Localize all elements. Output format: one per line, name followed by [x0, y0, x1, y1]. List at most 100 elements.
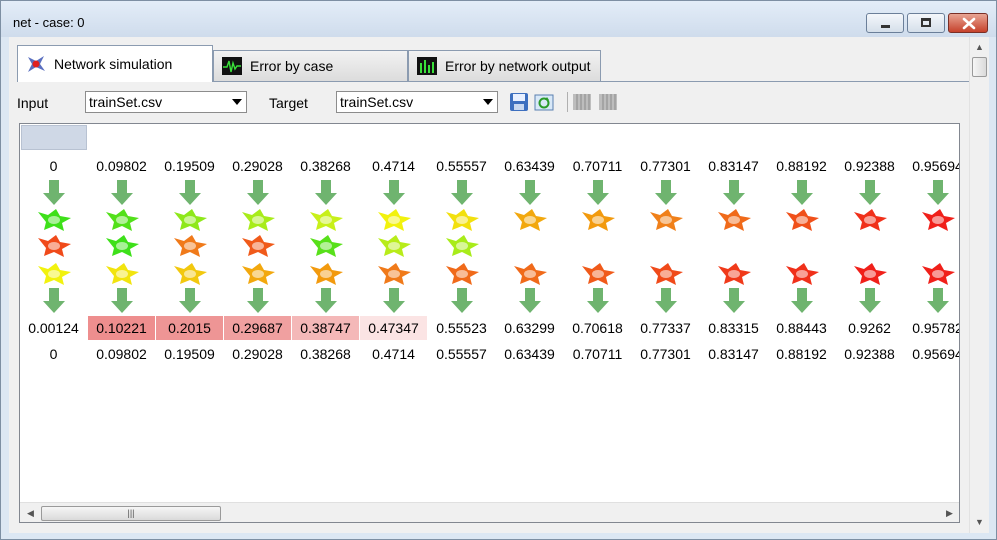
- output-value: 0.9262: [836, 316, 903, 340]
- grid-icon[interactable]: [572, 92, 592, 112]
- neuron-icon[interactable]: [104, 208, 140, 232]
- neuron-icon[interactable]: [376, 208, 412, 232]
- neuron-icon[interactable]: [784, 262, 820, 286]
- neuron-icon[interactable]: [104, 234, 140, 258]
- scroll-up-icon[interactable]: ▲: [975, 42, 984, 52]
- vertical-scroll-thumb[interactable]: [972, 57, 987, 77]
- neuron-icon[interactable]: [308, 208, 344, 232]
- input-select[interactable]: trainSet.csv: [85, 91, 247, 113]
- input-value: 0.70711: [572, 158, 623, 174]
- flow-arrow-icon: [451, 180, 473, 205]
- bars-icon: [417, 57, 437, 75]
- neuron-icon[interactable]: [376, 262, 412, 286]
- flow-arrow-icon: [315, 180, 337, 205]
- neuron-icon[interactable]: [172, 208, 208, 232]
- neuron-icon[interactable]: [580, 262, 616, 286]
- close-button[interactable]: [948, 13, 988, 33]
- restore-icon: [921, 18, 931, 27]
- input-value: 0.88192: [776, 158, 827, 174]
- neuron-icon[interactable]: [512, 262, 548, 286]
- toolbar: Input trainSet.csv Target trainSet.csv: [9, 82, 969, 120]
- window-title: net - case: 0: [13, 15, 85, 30]
- neuron-icon[interactable]: [852, 262, 888, 286]
- target-value: 0.92388: [844, 346, 895, 362]
- output-value: 0.47347: [360, 316, 427, 340]
- flow-arrow-icon: [587, 288, 609, 313]
- input-value: 0.92388: [844, 158, 895, 174]
- neuron-icon[interactable]: [716, 262, 752, 286]
- input-value: 0.19509: [164, 158, 215, 174]
- neuron-icon[interactable]: [308, 262, 344, 286]
- neuron-icon[interactable]: [36, 262, 72, 286]
- neuron-icon[interactable]: [36, 208, 72, 232]
- neuron-icon[interactable]: [172, 262, 208, 286]
- horizontal-scroll-thumb[interactable]: |||: [41, 506, 221, 521]
- neuron-icon[interactable]: [172, 234, 208, 258]
- chevron-down-icon: [483, 99, 493, 105]
- output-value: 0.29687: [224, 316, 291, 340]
- input-value: 0: [49, 158, 58, 174]
- save-icon[interactable]: [509, 92, 529, 112]
- scroll-left-icon[interactable]: ◀: [27, 508, 34, 519]
- tab-error-by-case[interactable]: Error by case: [213, 50, 408, 81]
- scroll-right-icon[interactable]: ▶: [946, 508, 953, 519]
- target-value: 0.83147: [708, 346, 759, 362]
- neuron-icon[interactable]: [240, 262, 276, 286]
- vertical-scrollbar[interactable]: ▲ ▼: [969, 37, 989, 533]
- tab-network-simulation[interactable]: Network simulation: [17, 45, 213, 82]
- neuron-icon[interactable]: [920, 262, 956, 286]
- tab-error-by-network-output[interactable]: Error by network output: [408, 50, 601, 81]
- neuron-icon[interactable]: [240, 208, 276, 232]
- neuron-icon[interactable]: [784, 208, 820, 232]
- minimize-button[interactable]: [866, 13, 904, 33]
- refresh-icon[interactable]: [534, 92, 554, 112]
- flow-arrow-icon: [791, 180, 813, 205]
- neuron-icon[interactable]: [444, 208, 480, 232]
- neuron-icon[interactable]: [240, 234, 276, 258]
- neuron-icon[interactable]: [104, 262, 140, 286]
- neuron-icon[interactable]: [376, 234, 412, 258]
- neuron-icon[interactable]: [512, 208, 548, 232]
- target-select[interactable]: trainSet.csv: [336, 91, 498, 113]
- tab-label: Network simulation: [54, 56, 173, 72]
- neuron-icon[interactable]: [580, 208, 616, 232]
- flow-arrow-icon: [383, 288, 405, 313]
- neuron-icon[interactable]: [920, 208, 956, 232]
- title-bar: net - case: 0: [1, 1, 996, 37]
- target-value: 0.09802: [96, 346, 147, 362]
- neuron-icon[interactable]: [444, 262, 480, 286]
- tab-strip: Network simulation Error by case Error b…: [17, 37, 969, 82]
- input-value: 0.95694: [912, 158, 960, 174]
- neuron-icon[interactable]: [648, 208, 684, 232]
- neuron-icon[interactable]: [36, 234, 72, 258]
- network-icon: [28, 56, 45, 72]
- flow-arrow-icon: [111, 288, 133, 313]
- target-value: 0: [49, 346, 58, 362]
- restore-button[interactable]: [907, 13, 945, 33]
- target-value: 0.29028: [232, 346, 283, 362]
- flow-arrow-icon: [451, 288, 473, 313]
- neuron-icon[interactable]: [444, 234, 480, 258]
- tab-label: Error by network output: [445, 58, 591, 74]
- output-value: 0.77337: [632, 316, 699, 340]
- neuron-icon[interactable]: [852, 208, 888, 232]
- flow-arrow-icon: [179, 180, 201, 205]
- neuron-icon[interactable]: [308, 234, 344, 258]
- input-value: 0.77301: [640, 158, 691, 174]
- neuron-icon[interactable]: [648, 262, 684, 286]
- flow-arrow-icon: [315, 288, 337, 313]
- output-value: 0.10221: [88, 316, 155, 340]
- input-select-value: trainSet.csv: [89, 94, 163, 110]
- flow-arrow-icon: [723, 288, 745, 313]
- horizontal-scrollbar[interactable]: ◀ ||| ▶: [20, 502, 959, 522]
- target-label: Target: [269, 95, 308, 111]
- flow-arrow-icon: [43, 180, 65, 205]
- flow-arrow-icon: [927, 288, 949, 313]
- grid-icon[interactable]: [598, 92, 618, 112]
- target-value: 0.38268: [300, 346, 351, 362]
- neuron-icon[interactable]: [716, 208, 752, 232]
- output-value: 0.63299: [496, 316, 563, 340]
- target-select-value: trainSet.csv: [340, 94, 414, 110]
- main-window: net - case: 0 Network simulation Error b…: [0, 0, 997, 540]
- scroll-down-icon[interactable]: ▼: [975, 517, 984, 527]
